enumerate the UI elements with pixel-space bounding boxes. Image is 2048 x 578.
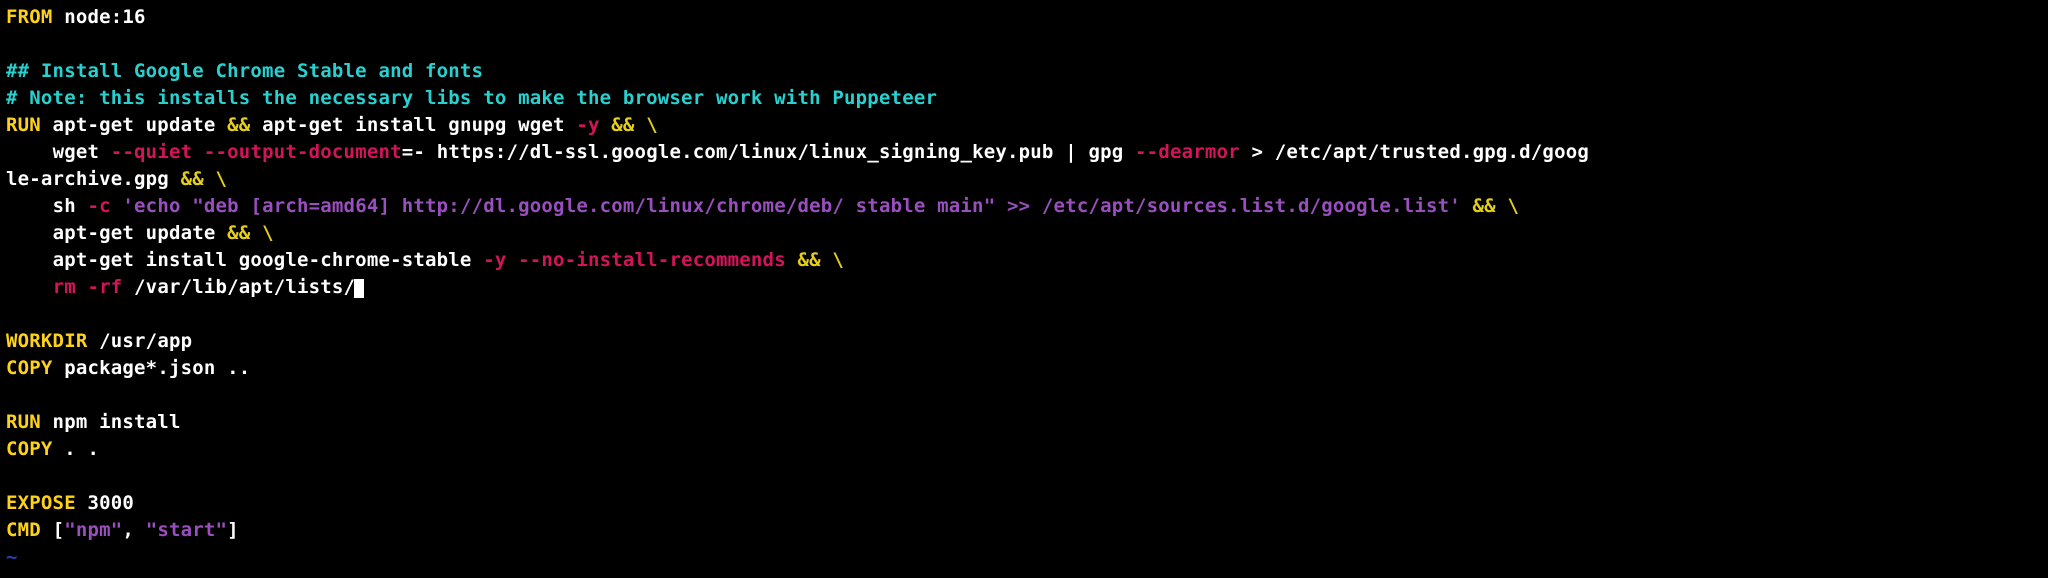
flag-y: -y <box>483 249 506 271</box>
kw-workdir: WORKDIR <box>6 330 87 352</box>
pipe: | <box>1054 141 1089 163</box>
line-cont: \ <box>262 222 274 244</box>
cmd-npm: npm <box>76 519 111 541</box>
expose-arg: 3000 <box>76 492 134 514</box>
echo: echo <box>134 195 192 217</box>
bracket-close: ] <box>227 519 239 541</box>
comment-2: # Note: this installs the necessary libs… <box>6 87 937 109</box>
kw-run2: RUN <box>6 411 41 433</box>
txt: apt-get update <box>53 222 228 244</box>
path: /etc/apt/trusted.gpg.d/goog <box>1275 141 1589 163</box>
txt: apt-get install gnupg wget <box>250 114 576 136</box>
cursor <box>354 279 364 298</box>
op-amp: && <box>181 168 204 190</box>
op-amp: && <box>227 114 250 136</box>
op-amp: && <box>797 249 820 271</box>
txt: le-archive.gpg <box>6 168 181 190</box>
line-cont: \ <box>646 114 658 136</box>
url: https://dl-ssl.google.com/linux/linux_si… <box>437 141 1054 163</box>
flag-rf: -rf <box>87 276 122 298</box>
from-arg: node:16 <box>53 6 146 28</box>
line-cont: \ <box>1507 195 1519 217</box>
sq-close: ' <box>1449 195 1461 217</box>
dq-close: " <box>984 195 996 217</box>
path: /var/lib/apt/lists/ <box>134 276 355 298</box>
sq-open: ' <box>122 195 134 217</box>
kw-copy1: COPY <box>6 357 53 379</box>
flag-y: -y <box>576 114 599 136</box>
append: >> /etc/apt/sources.list.d/google.list <box>995 195 1449 217</box>
op-amp: && <box>611 114 634 136</box>
copy2-arg: . . <box>53 438 100 460</box>
bracket-open: [ <box>53 519 65 541</box>
comma: , <box>122 519 145 541</box>
txt: apt-get install google-chrome-stable <box>53 249 484 271</box>
deb-line: deb [arch=amd64] http://dl.google.com/li… <box>204 195 984 217</box>
kw-copy2: COPY <box>6 438 53 460</box>
kw-run1: RUN <box>6 114 41 136</box>
flag-dearmor: --dearmor <box>1135 141 1240 163</box>
gpg: gpg <box>1088 141 1135 163</box>
dockerfile-code: FROM node:16 ## Install Google Chrome St… <box>0 0 2048 575</box>
kw-from: FROM <box>6 6 53 28</box>
sh: sh <box>53 195 88 217</box>
flag-quiet: --quiet <box>111 141 192 163</box>
flag-output: --output-document <box>204 141 402 163</box>
dq-open: " <box>192 195 204 217</box>
dash: - <box>413 141 436 163</box>
kw-cmd: CMD <box>6 519 41 541</box>
vim-tilde: ~ <box>6 546 18 568</box>
flag-c: -c <box>87 195 110 217</box>
workdir-arg: /usr/app <box>87 330 192 352</box>
flag-nir: --no-install-recommends <box>518 249 786 271</box>
copy1-arg: package*.json .. <box>53 357 251 379</box>
txt: wget <box>53 141 111 163</box>
op-amp: && <box>227 222 250 244</box>
rm: rm <box>53 276 76 298</box>
gt: > <box>1240 141 1275 163</box>
comment-1: ## Install Google Chrome Stable and font… <box>6 60 483 82</box>
kw-expose: EXPOSE <box>6 492 76 514</box>
eq: = <box>402 141 414 163</box>
op-amp: && <box>1473 195 1496 217</box>
run2-arg: npm install <box>41 411 181 433</box>
cmd-start: start <box>157 519 215 541</box>
line-cont: \ <box>216 168 228 190</box>
txt: apt-get update <box>41 114 227 136</box>
line-cont: \ <box>832 249 844 271</box>
